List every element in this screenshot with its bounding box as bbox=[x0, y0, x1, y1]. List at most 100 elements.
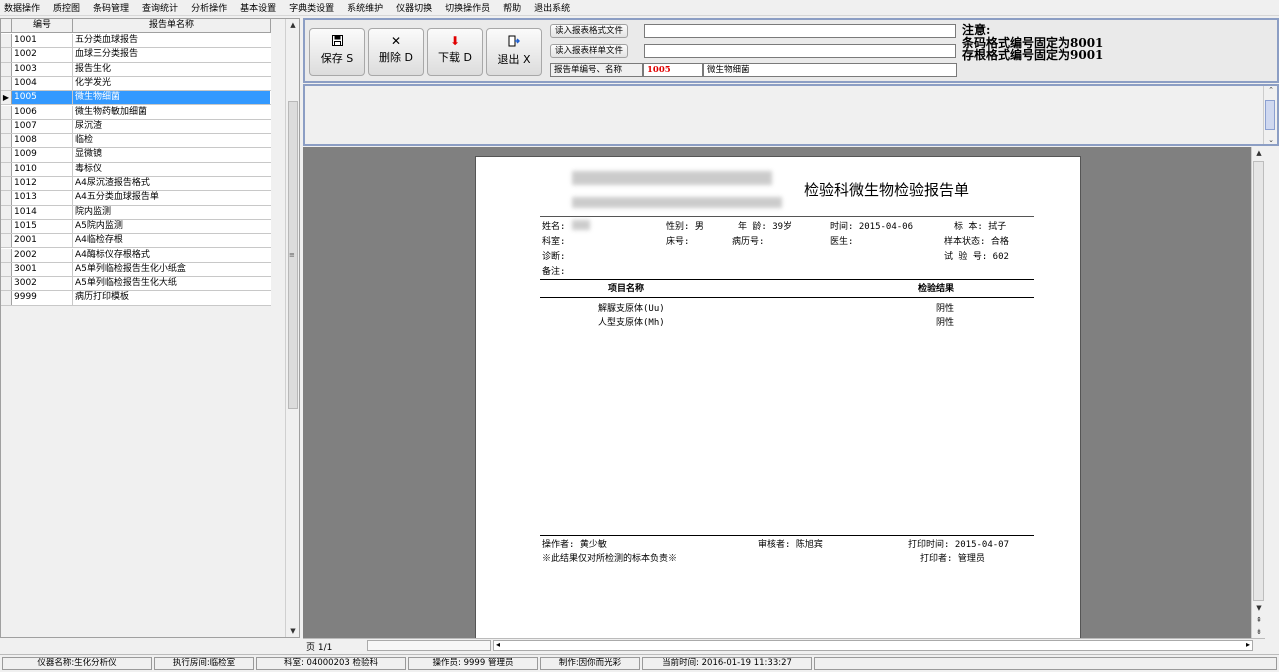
table-row[interactable]: 3002 A5单列临检报告生化大纸 bbox=[1, 277, 271, 292]
menu-barcode[interactable]: 条码管理 bbox=[93, 1, 129, 14]
table-row[interactable]: 1003 报告生化 bbox=[1, 62, 271, 77]
report-name-cell[interactable]: 院内监测 bbox=[73, 206, 270, 219]
scroll-left-icon[interactable]: ◂ bbox=[496, 640, 500, 649]
table-row[interactable]: 9999 病历打印模板 bbox=[1, 291, 271, 306]
menu-switch-instrument[interactable]: 仪器切换 bbox=[396, 1, 432, 14]
format-file-input[interactable] bbox=[644, 24, 956, 38]
report-code-cell[interactable]: 1002 bbox=[12, 48, 73, 62]
scroll-up-icon[interactable]: ⌃ bbox=[1264, 86, 1278, 94]
report-name-cell[interactable]: A4临检存根 bbox=[73, 234, 270, 247]
menu-data-ops[interactable]: 数据操作 bbox=[4, 1, 40, 14]
report-code-cell[interactable]: 1014 bbox=[12, 205, 73, 219]
menu-maintenance[interactable]: 系统维护 bbox=[347, 1, 383, 14]
report-code-cell[interactable]: 1009 bbox=[12, 148, 73, 162]
menu-basic-settings[interactable]: 基本设置 bbox=[240, 1, 276, 14]
report-name-cell[interactable]: A5院内监测 bbox=[73, 220, 270, 233]
row-indicator[interactable] bbox=[1, 134, 12, 148]
table-row[interactable]: 2002 A4酶标仪存根格式 bbox=[1, 248, 271, 263]
report-name-cell[interactable]: A4尿沉渣报告格式 bbox=[73, 177, 270, 190]
menu-help[interactable]: 帮助 bbox=[503, 1, 521, 14]
report-name-cell[interactable]: 血球三分类报告 bbox=[73, 48, 270, 61]
report-name-cell[interactable]: 报告生化 bbox=[73, 63, 270, 76]
report-code-cell[interactable]: 1004 bbox=[12, 76, 73, 91]
report-code-cell[interactable]: 1003 bbox=[12, 62, 73, 76]
read-sample-button[interactable]: 读入报表样单文件 bbox=[550, 44, 629, 58]
report-code-cell[interactable]: 2002 bbox=[12, 248, 73, 262]
table-row[interactable]: 1004 化学发光 bbox=[1, 76, 271, 92]
report-name-cell[interactable]: 病历打印模板 bbox=[73, 291, 270, 304]
table-row[interactable]: 1012 A4尿沉渣报告格式 bbox=[1, 177, 271, 192]
report-code-cell[interactable]: 1005 bbox=[12, 91, 73, 105]
row-indicator[interactable] bbox=[1, 291, 12, 305]
row-indicator[interactable] bbox=[1, 34, 12, 48]
table-row[interactable]: 1008 临检 bbox=[1, 134, 271, 149]
sample-file-input[interactable] bbox=[644, 44, 956, 58]
table-row[interactable]: ▶ 1005 微生物细菌 bbox=[1, 91, 271, 106]
table-row[interactable]: 1009 显微镜 bbox=[1, 148, 271, 163]
report-name-cell[interactable]: 尿沉渣 bbox=[73, 120, 270, 133]
report-name-cell[interactable]: A4酶标仪存根格式 bbox=[73, 249, 270, 262]
row-indicator[interactable] bbox=[1, 277, 12, 291]
scroll-up-icon[interactable]: ▲ bbox=[286, 21, 300, 29]
grid-header-code[interactable]: 编号 bbox=[12, 19, 73, 33]
row-indicator[interactable] bbox=[1, 105, 12, 119]
row-indicator[interactable] bbox=[1, 148, 12, 162]
delete-button[interactable]: ✕ 删除 D bbox=[368, 28, 424, 76]
report-name-cell[interactable]: 毒标仪 bbox=[73, 163, 270, 176]
menu-query-stats[interactable]: 查询统计 bbox=[142, 1, 178, 14]
report-code-cell[interactable]: 1012 bbox=[12, 177, 73, 191]
row-indicator[interactable] bbox=[1, 62, 12, 76]
report-code-cell[interactable]: 3001 bbox=[12, 262, 73, 277]
report-name-cell[interactable]: 微生物药敏加细菌 bbox=[73, 106, 270, 119]
report-code-cell[interactable]: 1013 bbox=[12, 191, 73, 205]
page-down-icon[interactable]: ⇟ bbox=[1252, 628, 1266, 636]
row-indicator[interactable] bbox=[1, 162, 12, 176]
report-code-cell[interactable]: 1001 bbox=[12, 34, 73, 48]
report-name-cell[interactable]: 微生物细菌 bbox=[73, 91, 270, 105]
table-row[interactable]: 1015 A5院内监测 bbox=[1, 219, 271, 235]
report-code-cell[interactable]: 1008 bbox=[12, 134, 73, 148]
grid-vertical-scrollbar[interactable]: ▲ ≡ ▼ bbox=[285, 19, 299, 637]
menu-dictionary[interactable]: 字典类设置 bbox=[289, 1, 334, 14]
menu-exit[interactable]: 退出系统 bbox=[534, 1, 570, 14]
report-code-cell[interactable]: 3002 bbox=[12, 277, 73, 291]
menu-switch-operator[interactable]: 切换操作员 bbox=[445, 1, 490, 14]
row-indicator[interactable] bbox=[1, 48, 12, 62]
report-name-cell[interactable]: A5单列临检报告生化小纸盒 bbox=[73, 263, 270, 276]
table-row[interactable]: 1002 血球三分类报告 bbox=[1, 48, 271, 63]
report-name-cell[interactable]: 化学发光 bbox=[73, 77, 270, 90]
report-name-cell[interactable]: A5单列临检报告生化大纸 bbox=[73, 277, 270, 290]
preview-vertical-scrollbar[interactable]: ▲ ▼ ⇞ ⇟ bbox=[1251, 147, 1265, 638]
row-pointer-icon[interactable]: ▶ bbox=[1, 91, 12, 105]
page-up-icon[interactable]: ⇞ bbox=[1252, 616, 1266, 624]
menu-analysis[interactable]: 分析操作 bbox=[191, 1, 227, 14]
row-indicator[interactable] bbox=[1, 219, 12, 234]
report-code-cell[interactable]: 1015 bbox=[12, 219, 73, 234]
scroll-thumb[interactable] bbox=[1253, 161, 1264, 601]
row-indicator[interactable] bbox=[1, 248, 12, 262]
report-code-cell[interactable]: 1007 bbox=[12, 119, 73, 134]
table-row[interactable]: 1010 毒标仪 bbox=[1, 162, 271, 177]
grid-header-name[interactable]: 报告单名称 bbox=[73, 19, 271, 33]
scroll-down-icon[interactable]: ⌄ bbox=[1264, 136, 1278, 144]
table-row[interactable]: 1007 尿沉渣 bbox=[1, 119, 271, 135]
scroll-down-icon[interactable]: ▼ bbox=[1252, 604, 1266, 612]
read-format-button[interactable]: 读入报表格式文件 bbox=[550, 24, 629, 38]
table-row[interactable]: 1001 五分类血球报告 bbox=[1, 34, 271, 49]
report-code-cell[interactable]: 2001 bbox=[12, 234, 73, 248]
table-row[interactable]: 1006 微生物药敏加细菌 bbox=[1, 105, 271, 120]
scroll-thumb[interactable] bbox=[1265, 100, 1275, 130]
scroll-down-icon[interactable]: ▼ bbox=[286, 627, 300, 635]
row-indicator[interactable] bbox=[1, 191, 12, 205]
report-name-cell[interactable]: A4五分类血球报告单 bbox=[73, 191, 270, 204]
report-code-field[interactable]: 1005 bbox=[643, 63, 703, 77]
option-panel-scrollbar[interactable]: ⌃ ⌄ bbox=[1263, 86, 1276, 144]
report-name-cell[interactable]: 临检 bbox=[73, 134, 270, 147]
table-row[interactable]: 1014 院内监测 bbox=[1, 205, 271, 220]
row-indicator[interactable] bbox=[1, 177, 12, 191]
scroll-up-icon[interactable]: ▲ bbox=[1252, 149, 1266, 157]
menu-qc-chart[interactable]: 质控图 bbox=[53, 1, 80, 14]
row-indicator[interactable] bbox=[1, 234, 12, 248]
row-indicator[interactable] bbox=[1, 205, 12, 219]
save-button[interactable]: 保存 S bbox=[309, 28, 365, 76]
